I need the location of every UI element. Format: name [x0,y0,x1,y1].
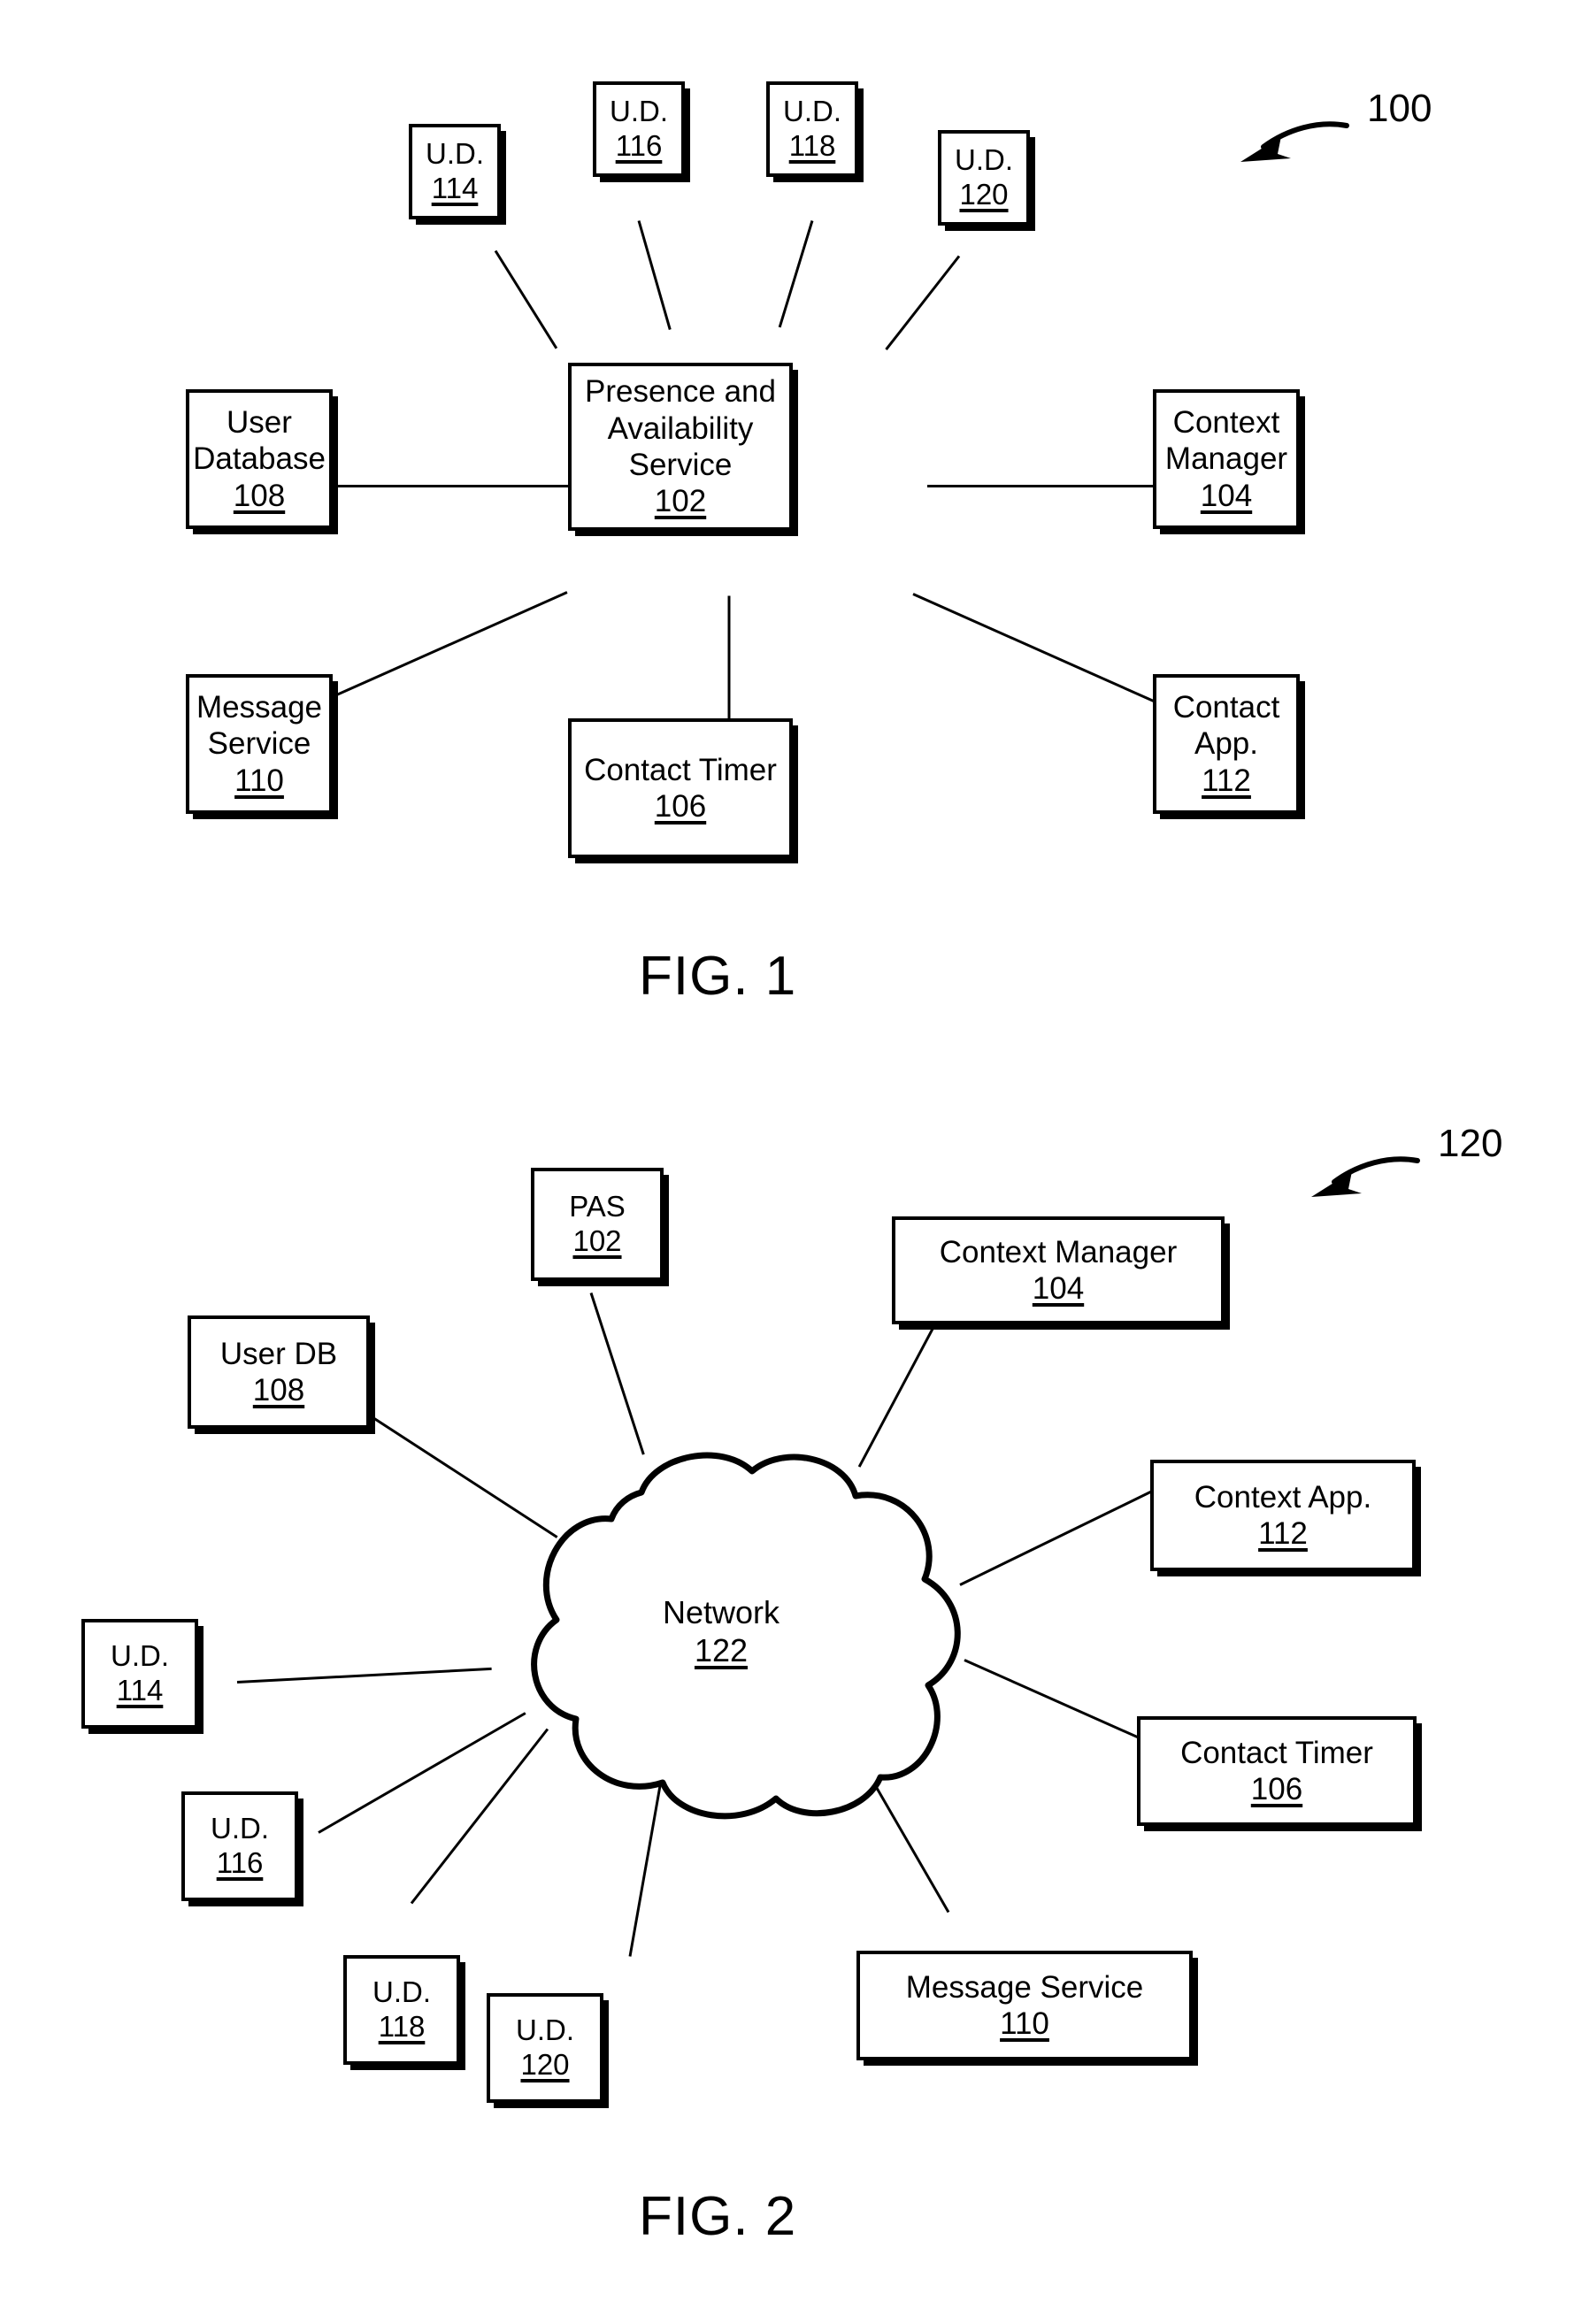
patent-drawing-sheet: U.D. 114 U.D. 116 U.D. 118 U.D. 120 Pres… [0,0,1582,2324]
node-title: U.D. [211,1812,269,1845]
node-title: User DB [219,1336,338,1371]
node-ref: 104 [1200,478,1253,513]
fig2-connector-ctxapp-network [959,1486,1160,1586]
node-title: Context Manager [1164,405,1288,477]
fig1-callout-100: 100 [1186,71,1469,186]
node-title: Message Service [196,690,323,762]
fig1-node-ud-116[interactable]: U.D. 116 [593,81,685,177]
fig1-node-contact-app[interactable]: Contact App. 112 [1153,674,1300,814]
fig2-connector-pas-network [589,1292,645,1455]
node-ref: 102 [654,484,707,519]
node-title: U.D. [372,1975,431,2009]
node-title: User Database [193,405,326,477]
node-ref: 118 [378,2010,426,2043]
fig2-connector-ud114-network [236,1667,492,1684]
node-title: Context Manager [939,1234,1178,1269]
fig2-node-ud-114[interactable]: U.D. 114 [81,1619,198,1729]
connector-userdb-pas [333,485,568,487]
fig1-node-presence-availability-service[interactable]: Presence and Availability Service 102 [568,363,793,531]
node-title: Contact App. [1172,690,1280,762]
node-ref: 116 [615,129,663,162]
node-ref: 114 [431,172,479,204]
fig2-node-contact-timer[interactable]: Contact Timer 106 [1137,1716,1417,1826]
node-title: Contact Timer [1180,1735,1373,1770]
node-ref: 108 [233,478,286,513]
fig1-node-message-service[interactable]: Message Service 110 [186,674,333,814]
fig1-node-ud-114[interactable]: U.D. 114 [409,124,501,219]
node-title: U.D. [610,95,668,128]
fig2-node-pas[interactable]: PAS 102 [531,1168,664,1281]
connector-msgsvc-pas [332,591,568,698]
connector-ud118-pas [778,220,814,328]
node-ref: 116 [216,1846,264,1879]
connector-ud116-pas [637,220,672,330]
node-ref: 120 [959,178,1009,211]
fig1-node-context-manager[interactable]: Context Manager 104 [1153,389,1300,529]
fig1-node-contact-timer[interactable]: Contact Timer 106 [568,718,793,858]
connector-ud114-pas [494,249,558,349]
node-title: U.D. [783,95,841,128]
node-title: Message Service [905,1969,1144,2005]
fig1-node-ud-118[interactable]: U.D. 118 [766,81,858,177]
figure-2-caption: FIG. 2 [639,2186,797,2247]
fig2-node-user-db[interactable]: User DB 108 [188,1315,370,1429]
node-ref: 118 [788,129,836,162]
connector-pas-ctxmgr [927,485,1153,487]
node-title: U.D. [955,143,1013,177]
fig2-node-ud-118[interactable]: U.D. 118 [343,1955,460,2065]
node-ref: 104 [1032,1271,1085,1306]
fig2-node-message-service[interactable]: Message Service 110 [856,1951,1193,2060]
node-title: U.D. [111,1639,169,1673]
node-title: Presence and Availability Service [585,374,776,482]
node-ref: 106 [654,789,707,824]
node-title: Context App. [1194,1479,1372,1515]
fig2-node-context-app[interactable]: Context App. 112 [1150,1460,1416,1571]
node-ref: 102 [572,1224,622,1257]
node-title: U.D. [516,2013,574,2047]
node-title: PAS [569,1190,626,1223]
node-title: Contact Timer [584,752,777,787]
node-ref: 106 [1250,1772,1303,1806]
fig2-node-ud-116[interactable]: U.D. 116 [181,1791,298,1901]
connector-pas-ctxapp [912,593,1156,703]
fig2-node-context-manager[interactable]: Context Manager 104 [892,1216,1225,1324]
fig2-callout-120: 120 [1256,1106,1540,1221]
cloud-shape-icon [531,1452,961,1820]
node-ref: 110 [1000,2006,1049,2041]
node-ref: 112 [1258,1516,1308,1551]
connector-pas-timer [727,595,731,724]
node-ref: 108 [252,1373,305,1407]
figure-1-caption: FIG. 1 [639,946,797,1007]
callout-number: 120 [1438,1122,1503,1165]
node-ref: 112 [1202,763,1251,798]
node-title: U.D. [426,137,484,171]
node-ref: 120 [520,2048,570,2081]
fig1-node-user-database[interactable]: User Database 108 [186,389,333,529]
callout-number: 100 [1367,87,1432,130]
node-ref: 110 [234,763,284,798]
node-ref: 114 [116,1674,164,1707]
fig2-network-cloud[interactable]: Network 122 [465,1438,978,1827]
fig2-node-ud-120[interactable]: U.D. 120 [487,1993,603,2103]
connector-ud120-pas [885,255,961,351]
fig1-node-ud-120[interactable]: U.D. 120 [938,130,1030,226]
